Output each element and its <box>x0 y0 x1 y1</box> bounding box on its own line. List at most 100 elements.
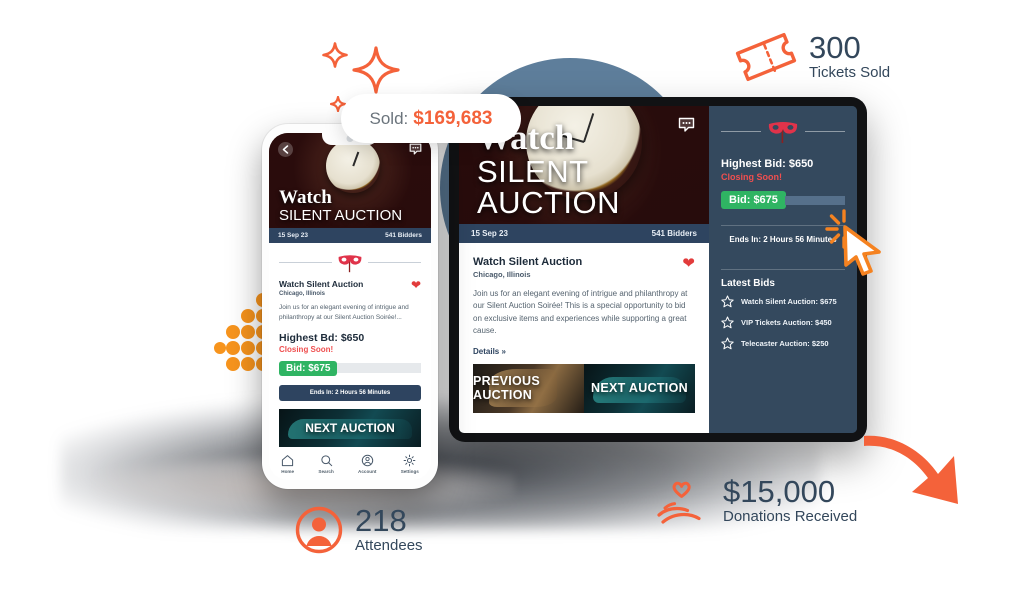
latest-bid-text: Telecaster Auction: $250 <box>741 339 829 348</box>
auction-nav-thumbnails: PREVIOUS AUCTION NEXT AUCTION <box>473 363 695 413</box>
listing-location: Chicago, Illinois <box>473 270 531 279</box>
listing-description: Join us for an elegant evening of intrig… <box>279 303 409 321</box>
nav-item-search[interactable]: Search <box>318 454 334 475</box>
bidders-count: 541 Bidders <box>385 231 422 239</box>
auction-date: 15 Sep 23 <box>278 231 308 239</box>
star-icon <box>721 295 734 308</box>
latest-bid-item[interactable]: VIP Tickets Auction: $450 <box>721 316 845 329</box>
callout-text: 300 Tickets Sold <box>809 32 890 82</box>
donation-hands-icon <box>657 481 701 524</box>
nav-label: Search <box>318 469 334 475</box>
next-auction-label: NEXT AUCTION <box>305 420 395 435</box>
phone-highest-bid: Highest Bd: $650 <box>279 331 365 344</box>
pointer-arrow-decoration <box>858 430 968 525</box>
listing-title-block: Watch Silent Auction Chicago, Illinois <box>279 279 363 297</box>
hero-title-line2: SILENT AUCTION <box>477 154 620 220</box>
tablet-screen: Watch SILENT AUCTION 15 Sep 23 541 Bidde… <box>459 106 857 433</box>
bid-slider-track[interactable] <box>337 363 421 374</box>
bid-button[interactable]: Bid: $675 <box>721 191 786 209</box>
sparkle-icon-large <box>352 46 400 94</box>
sold-value: $169,683 <box>413 107 493 129</box>
phone-ends-in: Ends In: 2 Hours 56 Minutes <box>279 384 421 401</box>
bidders-count: 541 Bidders <box>651 229 697 238</box>
latest-bid-item[interactable]: Watch Silent Auction: $675 <box>721 295 845 308</box>
sidebar-highest-bid: Highest Bid: $650 <box>721 158 814 170</box>
phone-closing-soon: Closing Soon! <box>279 344 334 354</box>
callout-text: 218 Attendees <box>355 505 423 555</box>
listing-title: Watch Silent Auction <box>473 256 583 268</box>
chat-bubble-icon[interactable] <box>678 117 695 137</box>
sold-badge: Sold: $169,683 <box>341 94 521 143</box>
callout-tickets-sold: 300 Tickets Sold <box>735 31 890 83</box>
ticket-icon <box>735 32 797 82</box>
callout-value: 218 <box>355 503 407 538</box>
callout-label: Tickets Sold <box>809 64 891 81</box>
nav-label: Account <box>358 469 377 475</box>
phone-bid-row: Bid: $675 <box>279 360 421 376</box>
hero-title-line1: Watch <box>279 186 332 208</box>
star-icon <box>721 337 734 350</box>
mask-divider <box>721 118 845 144</box>
callout-value: $15,000 <box>723 474 836 509</box>
tablet-meta-bar: 15 Sep 23 541 Bidders <box>459 224 709 243</box>
tablet-main-column: Watch SILENT AUCTION 15 Sep 23 541 Bidde… <box>459 106 709 433</box>
bid-button[interactable]: Bid: $675 <box>279 360 338 376</box>
listing-location: Chicago, Illinois <box>279 290 326 297</box>
listing-title: Watch Silent Auction <box>279 278 364 289</box>
attendee-icon <box>295 506 343 554</box>
sparkle-icon-small <box>322 42 348 68</box>
nav-item-settings[interactable]: Settings <box>401 454 419 474</box>
auction-date: 15 Sep 23 <box>471 229 508 238</box>
listing-title-block: Watch Silent Auction Chicago, Illinois <box>473 256 582 279</box>
nav-label: Home <box>281 469 295 475</box>
callout-label: Attendees <box>355 537 423 554</box>
previous-auction-thumb[interactable]: PREVIOUS AUCTION <box>473 363 584 413</box>
tablet-device: Watch SILENT AUCTION 15 Sep 23 541 Bidde… <box>449 97 867 442</box>
divider-line-right <box>805 130 845 132</box>
bid-slider-track[interactable] <box>784 195 845 205</box>
phone-screen: Watch SILENT AUCTION 15 Sep 23 541 Bidde… <box>269 133 431 480</box>
search-icon <box>320 455 332 467</box>
previous-auction-label: PREVIOUS AUCTION <box>473 374 540 403</box>
cursor-arrow-icon <box>843 225 881 276</box>
nav-item-account[interactable]: Account <box>358 454 376 474</box>
phone-meta-bar: 15 Sep 23 541 Bidders <box>269 227 431 243</box>
latest-bid-text: VIP Tickets Auction: $450 <box>741 318 832 327</box>
account-icon <box>361 455 373 467</box>
sold-label: Sold: <box>369 108 409 128</box>
pocket-watch-image <box>326 139 381 193</box>
phone-device: Watch SILENT AUCTION 15 Sep 23 541 Bidde… <box>262 124 438 489</box>
nav-label: Settings <box>400 469 419 475</box>
callout-value: 300 <box>809 30 861 65</box>
divider-line-right <box>368 261 421 263</box>
listing-description: Join us for an elegant evening of intrig… <box>473 289 688 336</box>
tablet-listing-body: Watch Silent Auction Chicago, Illinois ❤… <box>459 243 709 433</box>
phone-listing-body: Watch Silent Auction Chicago, Illinois ❤… <box>269 242 431 447</box>
chat-bubble-icon[interactable] <box>409 142 422 160</box>
listing-header: Watch Silent Auction Chicago, Illinois ❤ <box>279 279 421 297</box>
details-link[interactable]: Details » <box>473 347 695 356</box>
callout-label: Donations Received <box>723 508 858 525</box>
mask-divider <box>279 252 421 273</box>
star-icon <box>721 316 734 329</box>
callout-attendees: 218 Attendees <box>295 505 423 555</box>
back-chevron-icon[interactable] <box>278 142 293 157</box>
scene: Watch SILENT AUCTION 15 Sep 23 541 Bidde… <box>0 0 1024 589</box>
sidebar-closing-soon: Closing Soon! <box>721 172 782 182</box>
masquerade-mask-icon <box>338 254 362 272</box>
favorite-heart-icon[interactable]: ❤ <box>682 256 695 271</box>
divider-line-left <box>279 261 332 263</box>
nav-item-home[interactable]: Home <box>281 454 294 474</box>
home-icon <box>282 455 294 467</box>
click-burst-icon <box>825 209 846 249</box>
next-auction-thumb[interactable]: NEXT AUCTION <box>584 363 695 413</box>
next-auction-thumb[interactable]: NEXT AUCTION <box>279 408 421 447</box>
callout-donations: $15,000 Donations Received <box>655 475 857 527</box>
cursor-click-indicator <box>824 205 894 282</box>
phone-bottom-nav: Home Search Account Settings <box>269 446 431 480</box>
settings-gear-icon <box>403 454 416 467</box>
latest-bid-item[interactable]: Telecaster Auction: $250 <box>721 337 845 350</box>
favorite-heart-icon[interactable]: ❤ <box>411 279 421 291</box>
listing-header: Watch Silent Auction Chicago, Illinois ❤ <box>473 256 695 279</box>
hero-title-line2: SILENT AUCTION <box>279 206 403 224</box>
